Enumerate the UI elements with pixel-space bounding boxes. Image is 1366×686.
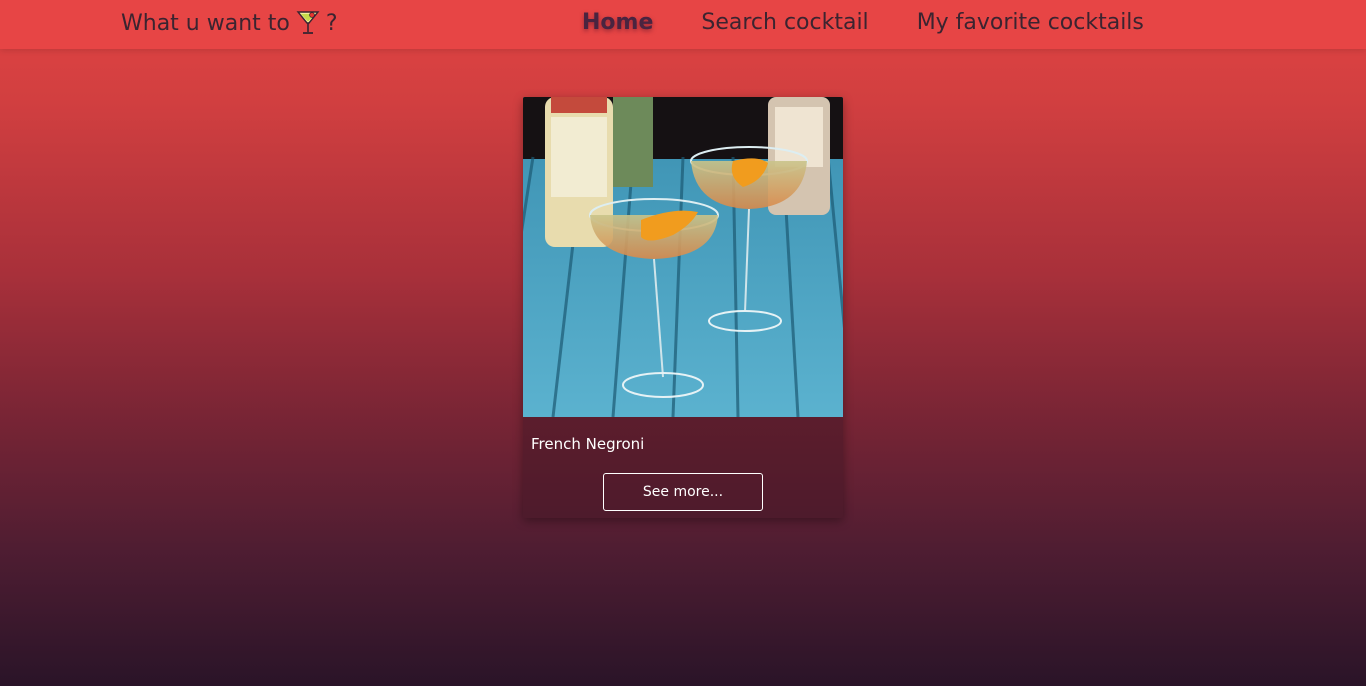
- nav-link-search-cocktail[interactable]: Search cocktail: [701, 10, 868, 35]
- nav-link-favorite-cocktails[interactable]: My favorite cocktails: [917, 10, 1144, 35]
- brand-text: What u want to: [121, 10, 290, 36]
- cocktail-glass-icon: [296, 10, 320, 36]
- brand[interactable]: What u want to ?: [121, 10, 338, 36]
- cocktail-image: [523, 97, 843, 417]
- brand-suffix: ?: [325, 10, 338, 36]
- cocktail-card: French Negroni See more...: [523, 97, 843, 518]
- see-more-button[interactable]: See more...: [603, 473, 763, 511]
- navbar: What u want to ? Home Search cocktail My…: [0, 0, 1366, 49]
- nav-links: Home Search cocktail My favorite cocktai…: [582, 10, 1144, 35]
- cocktail-name: French Negroni: [531, 435, 645, 453]
- nav-link-home[interactable]: Home: [582, 10, 653, 35]
